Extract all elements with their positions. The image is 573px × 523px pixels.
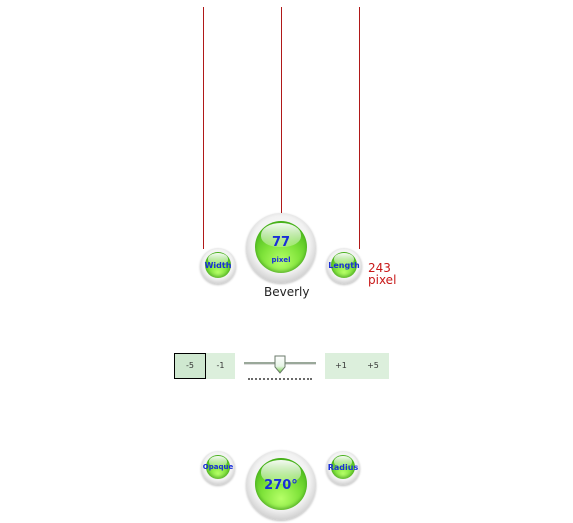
opaque-knob[interactable]: Opaque <box>201 451 235 485</box>
plus-1-button[interactable]: +1 <box>325 353 357 379</box>
size-guide-line <box>281 7 282 214</box>
slider-thumb-icon <box>274 355 286 374</box>
size-value: 77 <box>271 235 291 250</box>
length-unit: pixel <box>368 273 397 287</box>
size-knob[interactable]: 77 pixel <box>246 213 316 283</box>
rotation-knob[interactable]: 270° <box>246 450 316 520</box>
length-knob[interactable]: Length <box>326 248 362 284</box>
length-label: Length <box>328 261 360 270</box>
radius-label: Radius <box>327 463 359 472</box>
plus-5-button[interactable]: +5 <box>357 353 389 379</box>
radius-knob[interactable]: Radius <box>326 451 360 485</box>
minus-5-button[interactable]: -5 <box>174 353 206 379</box>
size-unit: pixel <box>271 256 291 264</box>
slider-thumb[interactable] <box>274 355 286 374</box>
width-knob[interactable]: Width <box>200 248 236 284</box>
minus-1-button[interactable]: -1 <box>206 353 235 379</box>
item-name: Beverly <box>264 285 310 299</box>
slider-ticks <box>248 378 312 380</box>
width-label: Width <box>204 261 232 270</box>
width-guide-line <box>203 7 204 249</box>
rotation-value: 270° <box>264 478 298 493</box>
length-guide-line <box>359 7 360 249</box>
opaque-label: Opaque <box>202 463 234 471</box>
